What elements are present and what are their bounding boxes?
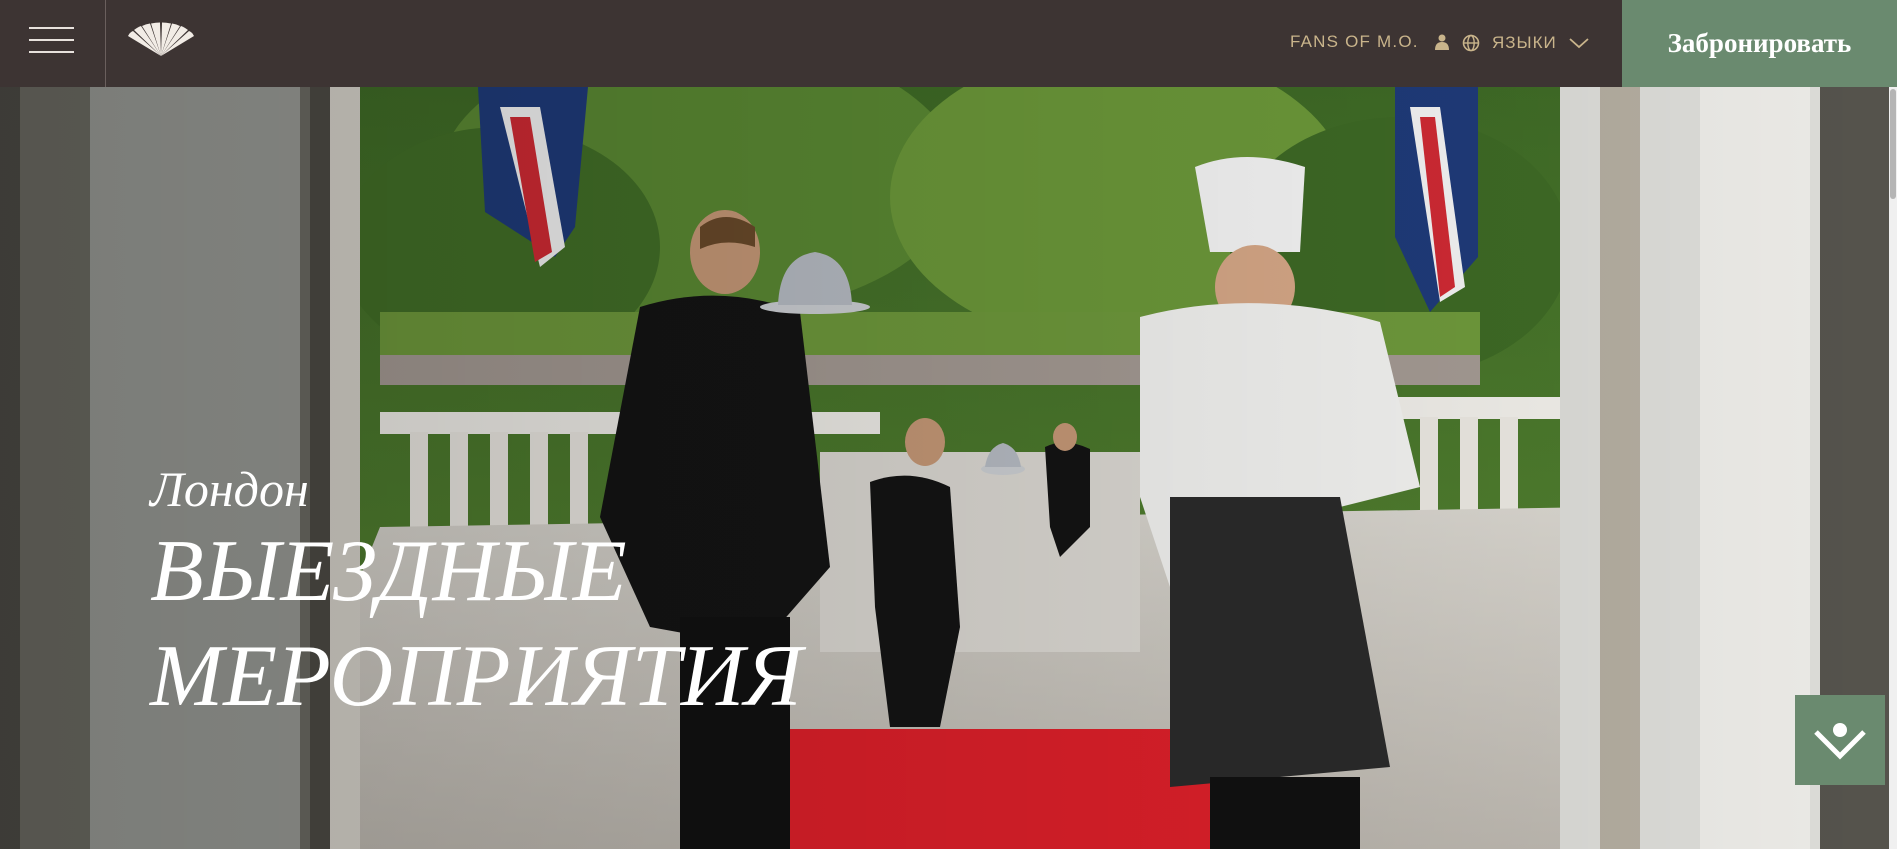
hamburger-icon-line [29, 27, 74, 29]
fans-label: FANS OF M.O. [1290, 32, 1419, 51]
language-selector[interactable]: ЯЗЫКИ [1462, 32, 1589, 54]
language-label: ЯЗЫКИ [1492, 33, 1557, 52]
scroll-down-button[interactable] [1795, 695, 1885, 785]
chevron-down-icon [1569, 38, 1589, 49]
scrollbar-thumb[interactable] [1890, 89, 1896, 199]
hamburger-icon-line [29, 39, 74, 41]
hero-title: ВЫЕЗДНЫЕ МЕРОПРИЯТИЯ [150, 519, 850, 729]
hero-title-line: МЕРОПРИЯТИЯ [150, 628, 803, 725]
page-scrollbar[interactable] [1889, 87, 1897, 849]
scroll-down-person-icon [1814, 723, 1866, 760]
globe-icon [1462, 34, 1480, 52]
fans-link[interactable]: FANS OF M.O. [1290, 32, 1449, 52]
hero-title-line: ВЫЕЗДНЫЕ [150, 523, 627, 620]
hero-location: Лондон [150, 461, 309, 517]
hero-banner: Лондон ВЫЕЗДНЫЕ МЕРОПРИЯТИЯ [0, 87, 1897, 849]
hamburger-icon-line [29, 51, 74, 53]
hero-heading-block: Лондон ВЫЕЗДНЫЕ МЕРОПРИЯТИЯ [150, 459, 850, 729]
menu-button[interactable] [0, 0, 106, 87]
site-header: FANS OF M.O. ЯЗЫКИ Забронировать [0, 0, 1897, 87]
book-button[interactable]: Забронировать [1622, 0, 1897, 87]
mandarin-fan-icon[interactable] [126, 22, 196, 58]
user-icon [1434, 34, 1449, 50]
